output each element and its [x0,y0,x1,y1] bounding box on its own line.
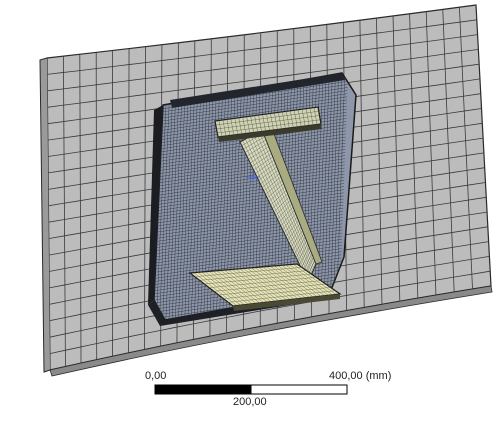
scale-label-end: 400,00 (mm) [329,370,392,382]
scale-label-mid: 200,00 [233,396,267,408]
scale-bar [154,384,348,395]
graphics-viewport[interactable]: 0,00 400,00 (mm) 200,00 [0,0,500,425]
scale-label-start: 0,00 [145,370,167,382]
model-view[interactable] [0,0,500,425]
